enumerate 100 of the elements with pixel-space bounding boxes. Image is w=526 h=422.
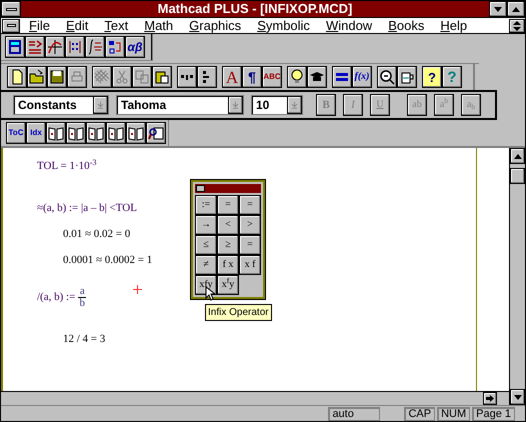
vertical-scrollbar[interactable] [509,148,525,405]
book-icon [108,125,124,141]
down-arrow-icon [494,6,502,12]
control-menu-button[interactable] [1,1,21,17]
hatch-icon [94,69,110,85]
book-search-button[interactable] [146,122,166,144]
operator-button[interactable]: ≠ [195,255,217,275]
function-button[interactable]: f(x) [352,66,372,88]
programming-button[interactable] [105,36,125,58]
align-left-button[interactable] [197,66,217,88]
hatch-button[interactable] [92,66,112,88]
denominator: b [80,298,86,309]
menu-item[interactable]: Window [318,19,380,32]
relations-button[interactable] [25,36,45,58]
forward-page-button[interactable] [66,122,86,144]
operator-button[interactable]: > [239,215,261,235]
index-button[interactable]: Idx [26,122,46,144]
document-menu-button[interactable] [2,18,20,32]
print-button[interactable] [67,66,87,88]
scissors-icon [114,69,130,85]
operator-button[interactable]: ≤ [195,235,217,255]
matrix-icon [67,39,83,55]
dropdown-field[interactable]: Constants [13,95,109,115]
tutorial-button[interactable] [307,66,327,88]
menu-item[interactable]: File [21,19,58,32]
menu-item[interactable]: Symbolic [249,19,318,32]
help-note-button[interactable]: ? [422,66,442,88]
history-button[interactable] [126,122,146,144]
menu-item[interactable]: Edit [58,19,96,32]
operator-button[interactable]: := [195,195,217,215]
numerator: a [80,286,85,297]
matrix-button[interactable] [65,36,85,58]
minimize-button[interactable] [489,1,507,17]
scroll-up-button[interactable] [510,148,525,164]
operator-button[interactable]: x$^{f}$y [217,275,239,295]
relation-icon [27,39,43,55]
status-field: CAP [404,406,436,420]
operator-button[interactable]: ≥ [217,235,239,255]
magnifier-icon [379,69,395,85]
operator-button[interactable]: f x [217,255,239,275]
crosshair-icon [133,285,142,294]
new-button[interactable] [7,66,27,88]
spell-check-button[interactable]: ABC [262,66,282,88]
menu-item[interactable]: Math [136,19,182,32]
paragraph-button[interactable]: ¶ [242,66,262,88]
book-icon [128,125,144,141]
right-arrow-icon [486,395,494,402]
operator-button[interactable]: → [195,215,217,235]
zoom-button[interactable] [377,66,397,88]
operator-button[interactable]: = [239,235,261,255]
calculator-button[interactable] [5,36,25,58]
maximize-button[interactable] [507,1,525,17]
paste-button[interactable] [152,66,172,88]
operator-button[interactable]: x f [239,255,261,275]
window-title: Mathcad PLUS - [INFIXOP.MCD] [156,1,354,18]
book-icon [88,125,104,141]
operator-button[interactable]: < [217,215,239,235]
copy-button[interactable] [132,66,152,88]
next-button[interactable] [106,122,126,144]
operator-button[interactable]: xfy [195,275,217,295]
graph-button[interactable] [45,36,65,58]
menu-item[interactable]: Graphics [181,19,250,32]
text-style-button[interactable]: A [222,66,242,88]
dropdown-field[interactable]: 10 [251,95,303,115]
dropdown-field[interactable]: Tahoma [116,95,244,115]
greek-button[interactable]: αβ [125,36,145,58]
operator-button[interactable]: = [217,195,239,215]
dropdown-button[interactable] [93,96,108,114]
previous-button[interactable] [86,122,106,144]
restore-button[interactable] [509,18,525,32]
flowchart-icon [107,39,123,55]
dropdown-button[interactable] [287,96,302,114]
open-button[interactable] [27,66,47,88]
up-arrow-icon [512,6,520,12]
calculus-button[interactable] [85,36,105,58]
scroll-right-button[interactable] [483,392,497,405]
menu-item[interactable]: Help [432,19,476,32]
menu-item[interactable]: Text [96,19,136,32]
table-of-contents-button[interactable]: ToC [6,122,26,144]
math-region: 0.01 ≈ 0.02 = 0 [63,228,130,240]
align-top-button[interactable] [177,66,197,88]
horizontal-scrollbar[interactable] [1,391,509,405]
lightbulb-button[interactable] [287,66,307,88]
math-region: 0.0001 ≈ 0.0002 = 1 [63,254,152,266]
resource-button[interactable] [397,66,417,88]
status-field: auto [328,406,380,420]
palette-menu-button[interactable] [196,185,205,192]
graph-icon [47,39,63,55]
scroll-down-button[interactable] [510,389,525,405]
cut-button[interactable] [112,66,132,88]
integral-icon [87,39,103,55]
operator-button[interactable]: = [239,195,261,215]
save-button[interactable] [47,66,67,88]
back-page-button[interactable] [46,122,66,144]
menu-item[interactable]: Books [380,19,432,32]
dropdown-button[interactable] [228,96,243,114]
equals-button[interactable] [332,66,352,88]
scroll-thumb[interactable] [510,168,525,184]
function-definition: /(a, b) := [37,290,76,306]
align-top-icon [181,74,193,80]
